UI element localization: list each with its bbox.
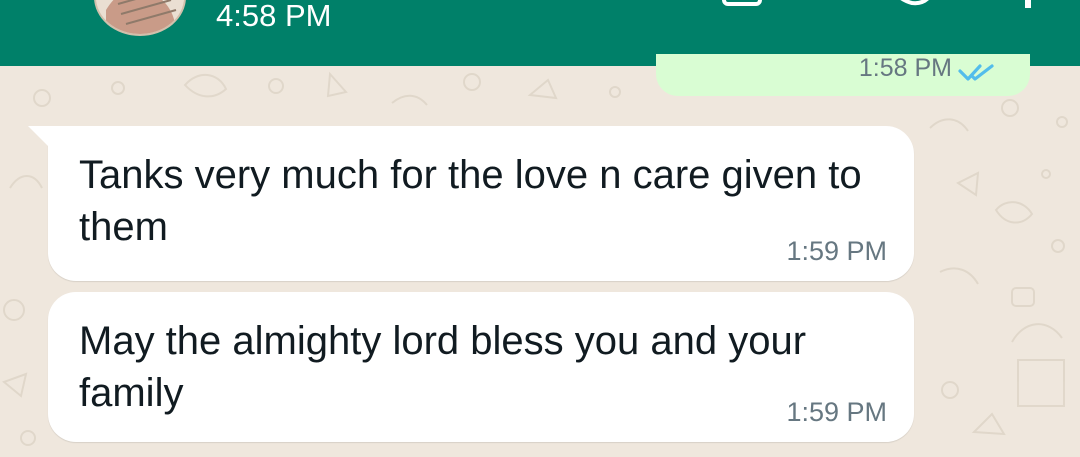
outgoing-message-bubble[interactable]: 1:58 PM — [656, 54, 1030, 96]
message-text: May the almighty lord bless you and your… — [79, 319, 807, 415]
message-text: Tanks very much for the love n care give… — [79, 153, 862, 249]
more-options-icon[interactable] — [1018, 0, 1038, 15]
outgoing-message-time: 1:58 PM — [858, 54, 952, 82]
avatar-photo — [96, 0, 184, 34]
video-call-icon[interactable] — [722, 0, 762, 15]
bubble-tail — [28, 126, 50, 148]
message-time: 1:59 PM — [786, 397, 887, 427]
incoming-message-bubble[interactable]: Tanks very much for the love n care give… — [28, 126, 914, 281]
double-check-read-icon — [958, 64, 996, 87]
call-icon[interactable] — [882, 0, 936, 15]
avatar[interactable] — [94, 0, 186, 36]
last-seen-status: 4:58 PM — [216, 0, 332, 33]
incoming-message-bubble[interactable]: May the almighty lord bless you and your… — [48, 292, 914, 442]
message-time: 1:59 PM — [786, 236, 887, 266]
